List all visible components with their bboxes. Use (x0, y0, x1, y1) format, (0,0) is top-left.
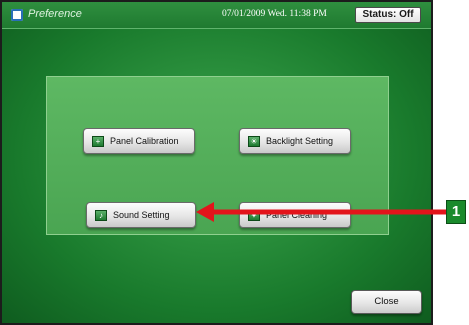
callout-number-badge: 1 (446, 200, 466, 224)
callout-arrow-head (196, 202, 214, 222)
callout-arrow (196, 202, 446, 222)
